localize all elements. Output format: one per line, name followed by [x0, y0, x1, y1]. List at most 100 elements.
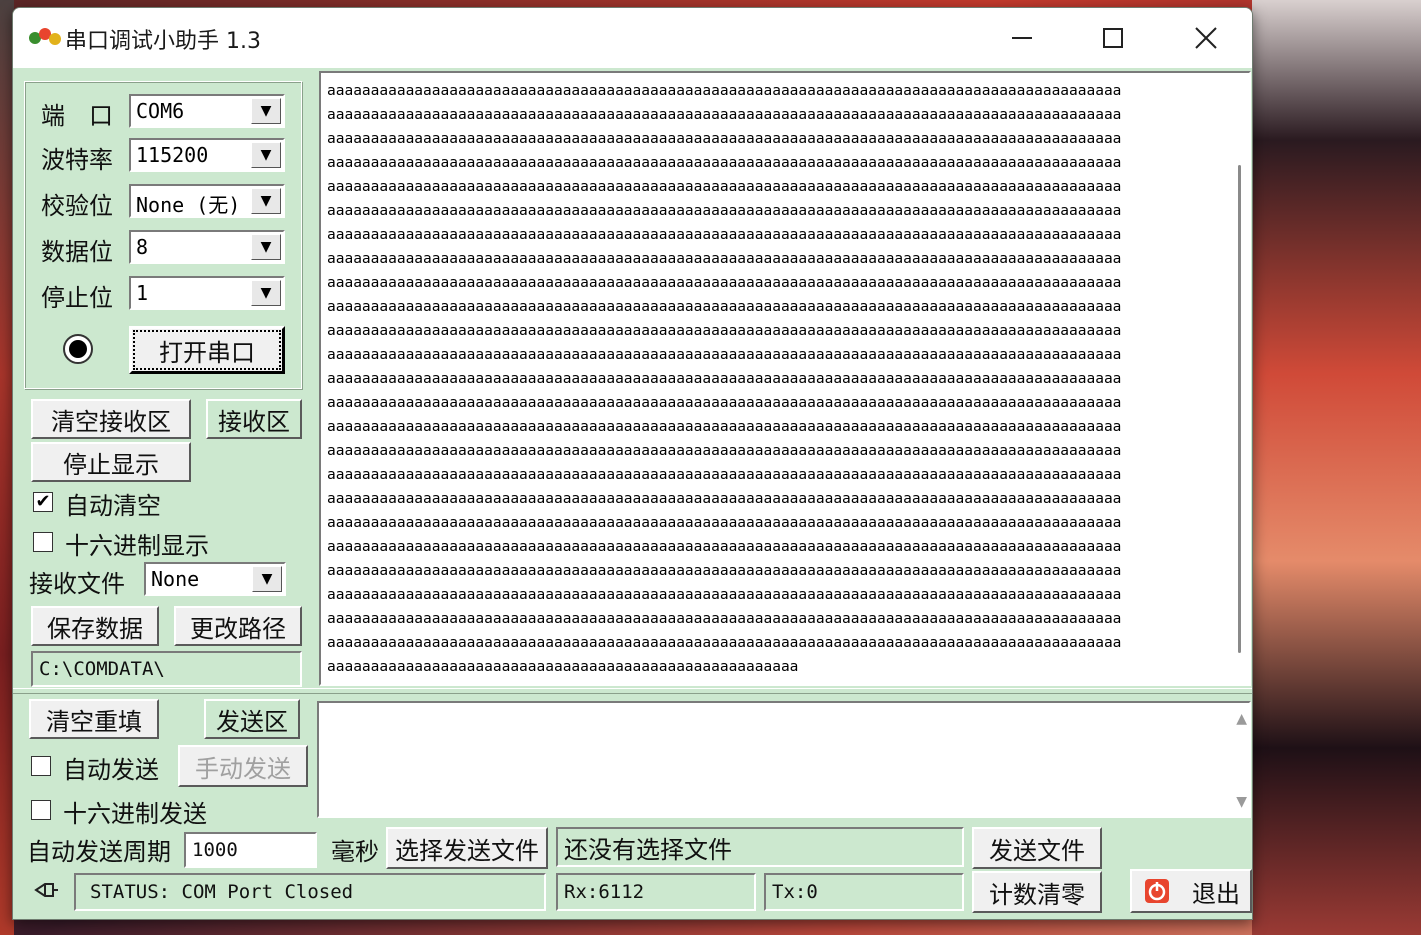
receive-file-value: None — [151, 567, 200, 591]
receive-line: aaaaaaaaaaaaaaaaaaaaaaaaaaaaaaaaaaaaaaaa… — [327, 587, 1122, 603]
receive-line: aaaaaaaaaaaaaaaaaaaaaaaaaaaaaaaaaaaaaaaa… — [327, 323, 1122, 339]
parity-value: None (无) — [136, 193, 241, 217]
window-title: 串口调试小助手 1.3 — [65, 29, 261, 54]
databits-label: 数据位 — [41, 238, 113, 266]
stop-display-button[interactable]: 停止显示 — [31, 442, 191, 482]
receive-line: aaaaaaaaaaaaaaaaaaaaaaaaaaaaaaaaaaaaaaaa… — [327, 611, 1122, 627]
chevron-down-icon[interactable]: ▼ — [251, 280, 281, 306]
app-window: 串口调试小助手 1.3 端 口 COM6 ▼ 波特率 115200 ▼ 校验位 … — [12, 7, 1253, 920]
receive-line: aaaaaaaaaaaaaaaaaaaaaaaaaaaaaaaaaaaaaaaa… — [327, 203, 1122, 219]
ms-label: 毫秒 — [331, 838, 379, 866]
hex-send-checkbox[interactable] — [31, 800, 51, 820]
parity-select[interactable]: None (无) ▼ — [129, 184, 285, 218]
chevron-down-icon[interactable]: ▼ — [252, 566, 282, 592]
receive-line: aaaaaaaaaaaaaaaaaaaaaaaaaaaaaaaaaaaaaaaa… — [327, 107, 1122, 123]
status-text: STATUS: COM Port Closed — [74, 873, 546, 911]
baud-value: 115200 — [136, 143, 209, 167]
send-period-label: 自动发送周期 — [27, 838, 171, 866]
hex-display-label: 十六进制显示 — [65, 532, 209, 560]
receive-file-label: 接收文件 — [29, 570, 125, 598]
port-label: 端 口 — [41, 102, 113, 130]
receive-line: aaaaaaaaaaaaaaaaaaaaaaaaaaaaaaaaaaaaaaaa… — [327, 347, 1122, 363]
receive-line: aaaaaaaaaaaaaaaaaaaaaaaaaaaaaaaaaaaaaaaa… — [327, 371, 1122, 387]
databits-select[interactable]: 8 ▼ — [129, 230, 285, 264]
choose-send-file-button[interactable]: 选择发送文件 — [386, 827, 548, 869]
receive-line: aaaaaaaaaaaaaaaaaaaaaaaaaaaaaaaaaaaaaaaa… — [327, 659, 799, 675]
close-icon — [1195, 27, 1217, 49]
splitter[interactable] — [13, 688, 1252, 694]
stopbits-label: 停止位 — [41, 284, 113, 312]
receive-line: aaaaaaaaaaaaaaaaaaaaaaaaaaaaaaaaaaaaaaaa… — [327, 299, 1122, 315]
auto-send-checkbox[interactable] — [31, 756, 51, 776]
hex-display-checkbox[interactable] — [33, 532, 53, 552]
tx-counter: Tx:0 — [764, 873, 964, 911]
receive-content: aaaaaaaaaaaaaaaaaaaaaaaaaaaaaaaaaaaaaaaa… — [327, 79, 1121, 679]
receive-line: aaaaaaaaaaaaaaaaaaaaaaaaaaaaaaaaaaaaaaaa… — [327, 227, 1122, 243]
parity-label: 校验位 — [41, 192, 113, 220]
maximize-icon — [1103, 28, 1123, 48]
hex-send-label: 十六进制发送 — [63, 800, 207, 828]
receive-area-label: 接收区 — [206, 399, 302, 439]
pin-icon — [34, 883, 58, 897]
chevron-down-icon[interactable]: ▼ — [251, 234, 281, 260]
receive-textarea[interactable]: aaaaaaaaaaaaaaaaaaaaaaaaaaaaaaaaaaaaaaaa… — [319, 71, 1251, 686]
chevron-down-icon[interactable]: ▼ — [251, 98, 281, 124]
exit-button[interactable]: 退出 — [1130, 869, 1252, 913]
chevron-down-icon[interactable]: ▼ — [251, 142, 281, 168]
send-textarea[interactable]: ▲ ▼ — [317, 701, 1251, 818]
send-period-input[interactable]: 1000 — [184, 832, 317, 868]
baud-label: 波特率 — [41, 146, 113, 174]
power-icon — [1145, 879, 1169, 903]
stopbits-value: 1 — [136, 281, 149, 305]
receive-line: aaaaaaaaaaaaaaaaaaaaaaaaaaaaaaaaaaaaaaaa… — [327, 515, 1122, 531]
exit-label: 退出 — [1192, 879, 1240, 908]
receive-line: aaaaaaaaaaaaaaaaaaaaaaaaaaaaaaaaaaaaaaaa… — [327, 467, 1122, 483]
databits-value: 8 — [136, 235, 149, 259]
receive-line: aaaaaaaaaaaaaaaaaaaaaaaaaaaaaaaaaaaaaaaa… — [327, 251, 1122, 267]
close-button[interactable] — [1183, 18, 1229, 58]
minimize-button[interactable] — [999, 18, 1045, 58]
chevron-down-icon[interactable]: ▼ — [251, 188, 281, 214]
rx-counter: Rx:6112 — [556, 873, 756, 911]
send-file-status: 还没有选择文件 — [556, 827, 964, 867]
auto-send-label: 自动发送 — [63, 756, 159, 784]
send-area-label: 发送区 — [204, 699, 300, 739]
scroll-up-icon[interactable]: ▲ — [1236, 711, 1247, 727]
scroll-down-icon[interactable]: ▼ — [1236, 794, 1247, 810]
save-data-button[interactable]: 保存数据 — [31, 606, 159, 646]
minimize-icon — [1012, 37, 1032, 39]
auto-clear-label: 自动清空 — [65, 492, 161, 520]
reset-count-button[interactable]: 计数清零 — [972, 871, 1102, 913]
port-value: COM6 — [136, 99, 185, 123]
receive-line: aaaaaaaaaaaaaaaaaaaaaaaaaaaaaaaaaaaaaaaa… — [327, 635, 1122, 651]
receive-scrollbar[interactable] — [1238, 165, 1241, 653]
receive-line: aaaaaaaaaaaaaaaaaaaaaaaaaaaaaaaaaaaaaaaa… — [327, 491, 1122, 507]
receive-line: aaaaaaaaaaaaaaaaaaaaaaaaaaaaaaaaaaaaaaaa… — [327, 275, 1122, 291]
port-select[interactable]: COM6 ▼ — [129, 94, 285, 128]
app-icon — [29, 28, 61, 45]
title-bar: 串口调试小助手 1.3 — [13, 8, 1252, 68]
receive-line: aaaaaaaaaaaaaaaaaaaaaaaaaaaaaaaaaaaaaaaa… — [327, 563, 1122, 579]
receive-line: aaaaaaaaaaaaaaaaaaaaaaaaaaaaaaaaaaaaaaaa… — [327, 83, 1122, 99]
receive-file-select[interactable]: None ▼ — [144, 562, 286, 596]
send-file-button[interactable]: 发送文件 — [972, 827, 1102, 869]
baud-select[interactable]: 115200 ▼ — [129, 138, 285, 172]
receive-line: aaaaaaaaaaaaaaaaaaaaaaaaaaaaaaaaaaaaaaaa… — [327, 155, 1122, 171]
receive-line: aaaaaaaaaaaaaaaaaaaaaaaaaaaaaaaaaaaaaaaa… — [327, 395, 1122, 411]
stopbits-select[interactable]: 1 ▼ — [129, 276, 285, 310]
save-path-field: C:\COMDATA\ — [31, 651, 302, 687]
manual-send-button[interactable]: 手动发送 — [178, 745, 308, 787]
receive-line: aaaaaaaaaaaaaaaaaaaaaaaaaaaaaaaaaaaaaaaa… — [327, 131, 1122, 147]
clear-send-button[interactable]: 清空重填 — [29, 699, 159, 739]
receive-line: aaaaaaaaaaaaaaaaaaaaaaaaaaaaaaaaaaaaaaaa… — [327, 443, 1122, 459]
auto-clear-checkbox[interactable]: ✔ — [33, 492, 53, 512]
receive-line: aaaaaaaaaaaaaaaaaaaaaaaaaaaaaaaaaaaaaaaa… — [327, 419, 1122, 435]
maximize-button[interactable] — [1090, 18, 1136, 58]
port-status-indicator-icon — [63, 334, 93, 364]
desktop-wallpaper-right — [1252, 0, 1421, 935]
change-path-button[interactable]: 更改路径 — [174, 606, 302, 646]
receive-line: aaaaaaaaaaaaaaaaaaaaaaaaaaaaaaaaaaaaaaaa… — [327, 179, 1122, 195]
clear-receive-button[interactable]: 清空接收区 — [31, 399, 191, 439]
open-port-button[interactable]: 打开串口 — [129, 326, 285, 374]
receive-line: aaaaaaaaaaaaaaaaaaaaaaaaaaaaaaaaaaaaaaaa… — [327, 539, 1122, 555]
